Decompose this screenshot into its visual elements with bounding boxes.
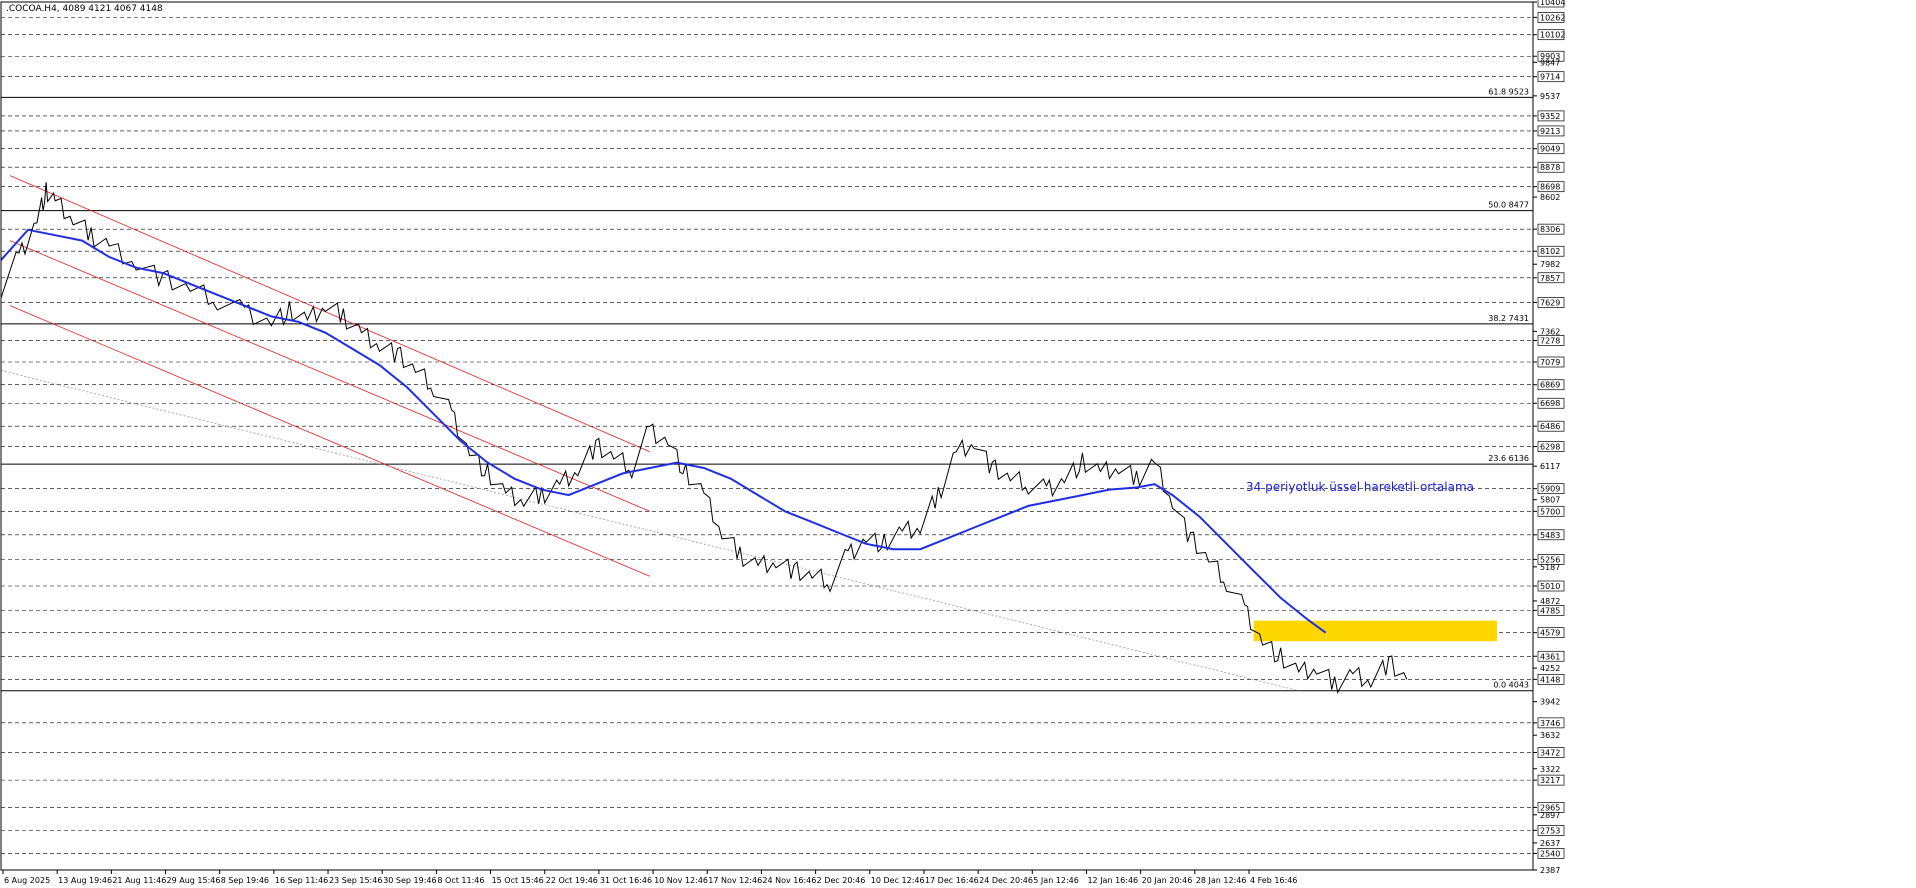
- time-tick-label: 31 Oct 16:46: [600, 876, 652, 885]
- fibonacci-levels: 61.8 9523 50.0 8477 38.2 7431 23.6 6136 0.0 …: [1, 87, 1533, 692]
- price-tick-label: 6117: [1540, 462, 1560, 471]
- time-tick-label: 5 Jan 12:46: [1033, 876, 1079, 885]
- price-tick-label: 8306: [1540, 225, 1560, 234]
- time-tick-label: 23 Sep 15:46: [329, 876, 382, 885]
- price-tick-label: 10102: [1540, 31, 1565, 40]
- price-tick-label: 8878: [1540, 163, 1560, 172]
- price-tick-label: 10404: [1540, 0, 1565, 7]
- channel-line: [9, 175, 651, 453]
- channel-line: [9, 305, 651, 577]
- plot-frame: [0, 1, 1534, 871]
- price-tick-label: 3322: [1540, 765, 1560, 774]
- time-tick-label: 20 Jan 20:46: [1142, 876, 1193, 885]
- time-tick-label: 17 Dec 16:46: [925, 876, 979, 885]
- price-tick-label: 2540: [1540, 849, 1560, 858]
- price-tick-label: 9049: [1540, 145, 1560, 154]
- price-tick-label: 7629: [1540, 298, 1560, 307]
- price-tick-label: 5700: [1540, 507, 1560, 516]
- price-tick-label: 2637: [1540, 839, 1560, 848]
- price-tick-label: 9714: [1540, 73, 1560, 82]
- ema-annotation: 34 periyotluk üssel hareketli ortalama: [1246, 480, 1474, 494]
- price-tick-label: 7362: [1540, 327, 1560, 336]
- time-tick-label: 8 Sep 19:46: [221, 876, 269, 885]
- price-tick-label: 9847: [1540, 58, 1560, 67]
- trendline-line: [0, 370, 1299, 692]
- time-tick-label: 28 Jan 12:46: [1196, 876, 1247, 885]
- channel-line: [9, 240, 651, 512]
- resistance-zone: [1253, 620, 1497, 642]
- fib-level-label: 61.8 9523: [1488, 87, 1529, 96]
- price-tick-label: 9537: [1540, 92, 1560, 101]
- time-tick-label: 15 Oct 15:46: [492, 876, 544, 885]
- time-tick-label: 10 Dec 12:46: [871, 876, 925, 885]
- price-tick-label: 4148: [1540, 675, 1560, 684]
- time-tick-label: 10 Nov 12:46: [654, 876, 708, 885]
- price-tick-label: 5909: [1540, 485, 1560, 494]
- time-tick-label: 24 Dec 20:46: [979, 876, 1033, 885]
- price-tick-label: 7857: [1540, 274, 1560, 283]
- time-tick-label: 6 Aug 2025: [4, 876, 50, 885]
- price-tick-label: 3217: [1540, 776, 1560, 785]
- fib-level-label: 23.6 6136: [1488, 454, 1529, 463]
- time-tick-label: 24 Nov 16:46: [762, 876, 816, 885]
- price-tick-label: 2753: [1540, 826, 1560, 835]
- price-tick-label: 8602: [1540, 193, 1560, 202]
- time-tick-label: 8 Oct 11:46: [437, 876, 484, 885]
- price-tick-label: 7079: [1540, 358, 1560, 367]
- price-line: [0, 182, 1408, 694]
- price-chart[interactable]: 61.8 9523 50.0 8477 38.2 7431 23.6 6136 0.0 …: [0, 0, 1916, 888]
- price-series: [0, 182, 1408, 694]
- trendline: [0, 370, 1299, 692]
- time-tick-label: 16 Sep 11:46: [275, 876, 328, 885]
- time-tick-label: 13 Aug 19:46: [58, 876, 112, 885]
- chart-title: .COCOA.H4, 4089 4121 4067 4148: [6, 4, 163, 14]
- time-tick-label: 4 Feb 16:46: [1250, 876, 1297, 885]
- time-axis[interactable]: 6 Aug 2025 13 Aug 19:46 21 Aug 11:46 29 Aug…: [2, 870, 1297, 885]
- price-tick-label: 4361: [1540, 652, 1560, 661]
- price-tick-label: 3942: [1540, 698, 1560, 707]
- ema-34-series: [0, 228, 1327, 634]
- ema-line: [0, 228, 1327, 634]
- price-tick-label: 2897: [1540, 811, 1560, 820]
- price-tick-label: 5010: [1540, 582, 1560, 591]
- price-tick-label: 6298: [1540, 443, 1560, 452]
- time-tick-label: 29 Aug 15:46: [167, 876, 221, 885]
- price-tick-label: 8102: [1540, 247, 1560, 256]
- price-tick-label: 8698: [1540, 183, 1560, 192]
- regression-channel: [9, 175, 651, 577]
- price-tick-label: 9352: [1540, 112, 1560, 121]
- price-tick-label: 3472: [1540, 749, 1560, 758]
- price-tick-label: 2387: [1540, 866, 1560, 875]
- time-tick-label: 30 Sep 19:46: [383, 876, 436, 885]
- time-tick-label: 21 Aug 11:46: [112, 876, 166, 885]
- fib-level-label: 50.0 8477: [1488, 201, 1529, 210]
- time-tick-label: 12 Jan 16:46: [1087, 876, 1138, 885]
- price-tick-label: 5483: [1540, 531, 1560, 540]
- price-tick-label: 4785: [1540, 606, 1560, 615]
- price-tick-label: 6698: [1540, 399, 1560, 408]
- price-axis[interactable]: 1040410262101029903984797149537935292139…: [1533, 0, 1565, 875]
- fib-level-label: 0.0 4043: [1493, 681, 1529, 690]
- price-tick-label: 3632: [1540, 731, 1560, 740]
- fib-level-label: 38.2 7431: [1488, 314, 1529, 323]
- price-tick-label: 4872: [1540, 597, 1560, 606]
- time-tick-label: 17 Nov 12:46: [708, 876, 762, 885]
- resistance-zone-box: [1253, 620, 1497, 642]
- chart-grid: [1, 1, 1533, 854]
- time-tick-label: 2 Dec 20:46: [817, 876, 866, 885]
- price-tick-label: 5187: [1540, 563, 1560, 572]
- price-tick-label: 9213: [1540, 127, 1560, 136]
- price-tick-label: 7982: [1540, 260, 1560, 269]
- price-tick-label: 6486: [1540, 422, 1560, 431]
- price-tick-label: 7278: [1540, 336, 1560, 345]
- price-tick-label: 5807: [1540, 496, 1560, 505]
- price-tick-label: 10262: [1540, 13, 1565, 22]
- price-tick-label: 6869: [1540, 381, 1560, 390]
- price-tick-label: 4252: [1540, 664, 1560, 673]
- price-tick-label: 4579: [1540, 629, 1560, 638]
- time-tick-label: 22 Oct 19:46: [546, 876, 598, 885]
- price-tick-label: 3746: [1540, 719, 1560, 728]
